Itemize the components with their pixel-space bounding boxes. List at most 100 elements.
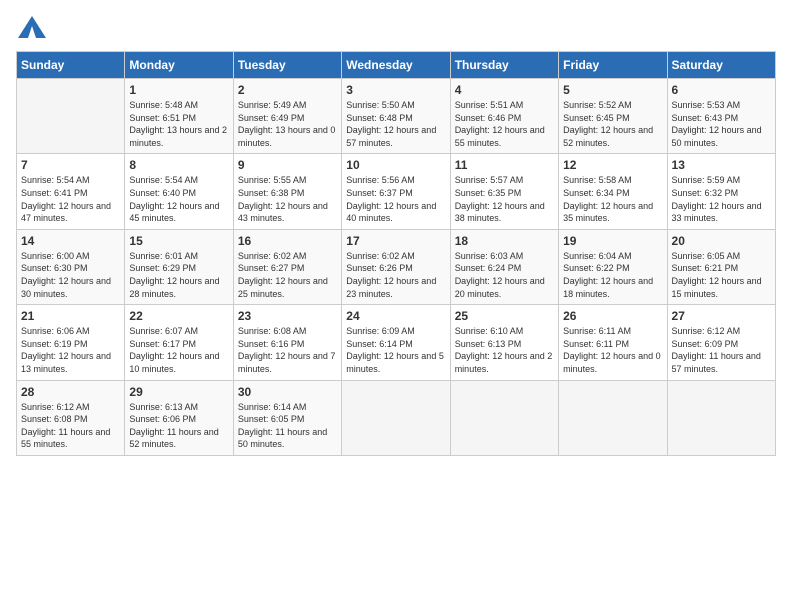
day-number: 27 xyxy=(672,309,771,323)
calendar-week-row: 14Sunrise: 6:00 AM Sunset: 6:30 PM Dayli… xyxy=(17,229,776,304)
calendar-day-cell: 12 Sunrise: 5:58 AM Sunset: 6:34 PM Dayli… xyxy=(559,154,667,229)
calendar-day-cell: 13 Sunrise: 5:59 AM Sunset: 6:32 PM Dayli… xyxy=(667,154,775,229)
day-info: Sunrise: 6:12 AM Sunset: 6:08 PM Dayligh… xyxy=(21,401,120,451)
calendar-day-cell xyxy=(450,380,558,455)
calendar-day-cell: 29 Sunrise: 6:13 AM Sunset: 6:06 PM Dayli… xyxy=(125,380,233,455)
day-info: Sunrise: 5:58 AM Sunset: 6:34 PM Dayligh… xyxy=(563,174,662,224)
day-number: 12 xyxy=(563,158,662,172)
day-number: 11 xyxy=(455,158,554,172)
day-info: Sunrise: 6:09 AM Sunset: 6:14 PM Dayligh… xyxy=(346,325,445,375)
calendar-week-row: 1 Sunrise: 5:48 AM Sunset: 6:51 PM Daylig… xyxy=(17,79,776,154)
calendar-day-cell: 4 Sunrise: 5:51 AM Sunset: 6:46 PM Daylig… xyxy=(450,79,558,154)
day-info: Sunrise: 5:57 AM Sunset: 6:35 PM Dayligh… xyxy=(455,174,554,224)
calendar-day-cell: 25 Sunrise: 6:10 AM Sunset: 6:13 PM Dayli… xyxy=(450,305,558,380)
calendar-header-cell: Saturday xyxy=(667,52,775,79)
calendar-week-row: 28 Sunrise: 6:12 AM Sunset: 6:08 PM Dayli… xyxy=(17,380,776,455)
calendar-day-cell: 9 Sunrise: 5:55 AM Sunset: 6:38 PM Daylig… xyxy=(233,154,341,229)
calendar-day-cell: 26 Sunrise: 6:11 AM Sunset: 6:11 PM Dayli… xyxy=(559,305,667,380)
day-number: 9 xyxy=(238,158,337,172)
calendar-day-cell: 14Sunrise: 6:00 AM Sunset: 6:30 PM Dayli… xyxy=(17,229,125,304)
calendar-header-row: SundayMondayTuesdayWednesdayThursdayFrid… xyxy=(17,52,776,79)
day-info: Sunrise: 6:07 AM Sunset: 6:17 PM Dayligh… xyxy=(129,325,228,375)
day-number: 6 xyxy=(672,83,771,97)
calendar-day-cell: 8Sunrise: 5:54 AM Sunset: 6:40 PM Daylig… xyxy=(125,154,233,229)
calendar-header-cell: Tuesday xyxy=(233,52,341,79)
logo xyxy=(16,16,46,43)
day-number: 22 xyxy=(129,309,228,323)
day-info: Sunrise: 6:02 AM Sunset: 6:26 PM Dayligh… xyxy=(346,250,445,300)
calendar-header-cell: Thursday xyxy=(450,52,558,79)
calendar-day-cell: 28 Sunrise: 6:12 AM Sunset: 6:08 PM Dayli… xyxy=(17,380,125,455)
calendar-day-cell: 1 Sunrise: 5:48 AM Sunset: 6:51 PM Daylig… xyxy=(125,79,233,154)
day-info: Sunrise: 6:08 AM Sunset: 6:16 PM Dayligh… xyxy=(238,325,337,375)
calendar-day-cell xyxy=(342,380,450,455)
calendar-day-cell: 16 Sunrise: 6:02 AM Sunset: 6:27 PM Dayli… xyxy=(233,229,341,304)
day-info: Sunrise: 6:14 AM Sunset: 6:05 PM Dayligh… xyxy=(238,401,337,451)
day-info: Sunrise: 5:59 AM Sunset: 6:32 PM Dayligh… xyxy=(672,174,771,224)
calendar-day-cell: 23 Sunrise: 6:08 AM Sunset: 6:16 PM Dayli… xyxy=(233,305,341,380)
day-number: 18 xyxy=(455,234,554,248)
day-info: Sunrise: 5:50 AM Sunset: 6:48 PM Dayligh… xyxy=(346,99,445,149)
day-info: Sunrise: 6:06 AM Sunset: 6:19 PM Dayligh… xyxy=(21,325,120,375)
calendar-header-cell: Friday xyxy=(559,52,667,79)
day-info: Sunrise: 5:54 AM Sunset: 6:40 PM Dayligh… xyxy=(129,174,228,224)
day-number: 26 xyxy=(563,309,662,323)
day-info: Sunrise: 5:49 AM Sunset: 6:49 PM Dayligh… xyxy=(238,99,337,149)
calendar-day-cell: 15Sunrise: 6:01 AM Sunset: 6:29 PM Dayli… xyxy=(125,229,233,304)
day-number: 25 xyxy=(455,309,554,323)
calendar-day-cell: 6 Sunrise: 5:53 AM Sunset: 6:43 PM Daylig… xyxy=(667,79,775,154)
day-number: 24 xyxy=(346,309,445,323)
calendar-day-cell xyxy=(559,380,667,455)
day-number: 1 xyxy=(129,83,228,97)
day-number: 29 xyxy=(129,385,228,399)
day-info: Sunrise: 5:52 AM Sunset: 6:45 PM Dayligh… xyxy=(563,99,662,149)
calendar-day-cell: 24 Sunrise: 6:09 AM Sunset: 6:14 PM Dayli… xyxy=(342,305,450,380)
day-info: Sunrise: 6:12 AM Sunset: 6:09 PM Dayligh… xyxy=(672,325,771,375)
day-number: 28 xyxy=(21,385,120,399)
day-number: 17 xyxy=(346,234,445,248)
day-number: 4 xyxy=(455,83,554,97)
calendar-day-cell xyxy=(667,380,775,455)
day-number: 7 xyxy=(21,158,120,172)
day-number: 23 xyxy=(238,309,337,323)
calendar-day-cell xyxy=(17,79,125,154)
calendar-day-cell: 22 Sunrise: 6:07 AM Sunset: 6:17 PM Dayli… xyxy=(125,305,233,380)
day-info: Sunrise: 6:10 AM Sunset: 6:13 PM Dayligh… xyxy=(455,325,554,375)
calendar-day-cell: 18Sunrise: 6:03 AM Sunset: 6:24 PM Dayli… xyxy=(450,229,558,304)
day-info: Sunrise: 5:54 AM Sunset: 6:41 PM Dayligh… xyxy=(21,174,120,224)
day-number: 15 xyxy=(129,234,228,248)
logo-wordmark xyxy=(16,16,46,43)
day-info: Sunrise: 5:51 AM Sunset: 6:46 PM Dayligh… xyxy=(455,99,554,149)
calendar-day-cell: 10 Sunrise: 5:56 AM Sunset: 6:37 PM Dayli… xyxy=(342,154,450,229)
day-number: 20 xyxy=(672,234,771,248)
calendar-day-cell: 11 Sunrise: 5:57 AM Sunset: 6:35 PM Dayli… xyxy=(450,154,558,229)
calendar-day-cell: 17 Sunrise: 6:02 AM Sunset: 6:26 PM Dayli… xyxy=(342,229,450,304)
day-info: Sunrise: 6:05 AM Sunset: 6:21 PM Dayligh… xyxy=(672,250,771,300)
day-number: 13 xyxy=(672,158,771,172)
calendar-day-cell: 2Sunrise: 5:49 AM Sunset: 6:49 PM Daylig… xyxy=(233,79,341,154)
day-number: 16 xyxy=(238,234,337,248)
calendar-header-cell: Wednesday xyxy=(342,52,450,79)
day-info: Sunrise: 5:48 AM Sunset: 6:51 PM Dayligh… xyxy=(129,99,228,149)
day-info: Sunrise: 5:56 AM Sunset: 6:37 PM Dayligh… xyxy=(346,174,445,224)
day-number: 19 xyxy=(563,234,662,248)
calendar-header-cell: Monday xyxy=(125,52,233,79)
day-number: 30 xyxy=(238,385,337,399)
calendar-day-cell: 3Sunrise: 5:50 AM Sunset: 6:48 PM Daylig… xyxy=(342,79,450,154)
calendar-header-cell: Sunday xyxy=(17,52,125,79)
calendar-table: SundayMondayTuesdayWednesdayThursdayFrid… xyxy=(16,51,776,456)
calendar-week-row: 7 Sunrise: 5:54 AM Sunset: 6:41 PM Daylig… xyxy=(17,154,776,229)
day-info: Sunrise: 6:00 AM Sunset: 6:30 PM Dayligh… xyxy=(21,250,120,300)
calendar-day-cell: 20 Sunrise: 6:05 AM Sunset: 6:21 PM Dayli… xyxy=(667,229,775,304)
day-info: Sunrise: 5:55 AM Sunset: 6:38 PM Dayligh… xyxy=(238,174,337,224)
day-info: Sunrise: 6:02 AM Sunset: 6:27 PM Dayligh… xyxy=(238,250,337,300)
day-info: Sunrise: 6:04 AM Sunset: 6:22 PM Dayligh… xyxy=(563,250,662,300)
page-header xyxy=(16,16,776,43)
day-number: 10 xyxy=(346,158,445,172)
calendar-day-cell: 27 Sunrise: 6:12 AM Sunset: 6:09 PM Dayli… xyxy=(667,305,775,380)
logo-icon xyxy=(18,16,46,38)
day-info: Sunrise: 6:11 AM Sunset: 6:11 PM Dayligh… xyxy=(563,325,662,375)
day-info: Sunrise: 5:53 AM Sunset: 6:43 PM Dayligh… xyxy=(672,99,771,149)
calendar-day-cell: 30 Sunrise: 6:14 AM Sunset: 6:05 PM Dayli… xyxy=(233,380,341,455)
day-info: Sunrise: 6:13 AM Sunset: 6:06 PM Dayligh… xyxy=(129,401,228,451)
